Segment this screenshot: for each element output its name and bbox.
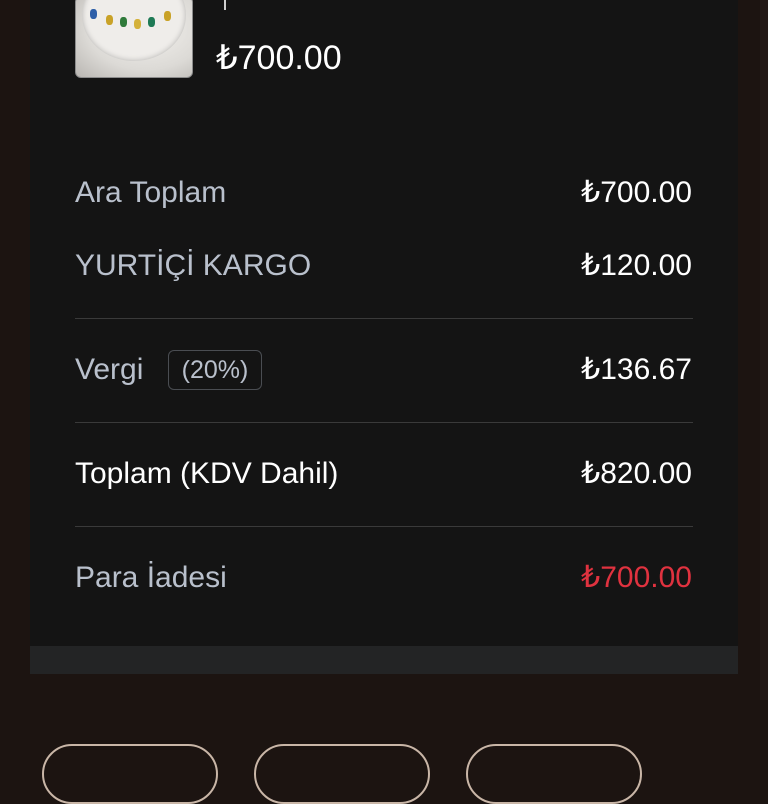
tax-rate-badge: (20%) [168, 350, 262, 390]
order-summary-card [30, 0, 738, 646]
subtotal-label: Ara Toplam [75, 176, 227, 209]
product-price: ₺700.00 [216, 39, 342, 77]
shipping-value: ₺120.00 [581, 249, 692, 282]
product-title-remnant [224, 0, 226, 10]
action-button-3[interactable] [466, 744, 642, 804]
green-gem-icon [148, 17, 155, 27]
total-label: Toplam (KDV Dahil) [75, 457, 339, 490]
shipping-label: YURTİÇİ KARGO [75, 249, 312, 282]
tax-label: Vergi [75, 353, 144, 386]
divider [75, 422, 693, 423]
scroll-edge [760, 0, 768, 700]
refund-label: Para İadesi [75, 561, 227, 594]
gold-earring-icon [106, 15, 113, 25]
card-footer-strip [30, 646, 738, 674]
green-gem-icon [120, 17, 127, 27]
refund-value: ₺700.00 [581, 561, 692, 594]
divider [75, 526, 693, 527]
gold-earring-icon [164, 11, 171, 21]
total-value: ₺820.00 [581, 457, 692, 490]
action-button-2[interactable] [254, 744, 430, 804]
gold-earring-icon [134, 19, 141, 29]
divider [75, 318, 693, 319]
tax-value: ₺136.67 [581, 353, 692, 386]
jewelry-plate-image [82, 0, 186, 61]
product-thumbnail[interactable] [75, 0, 193, 78]
action-button-1[interactable] [42, 744, 218, 804]
subtotal-value: ₺700.00 [581, 176, 692, 209]
blue-gem-icon [90, 9, 97, 19]
